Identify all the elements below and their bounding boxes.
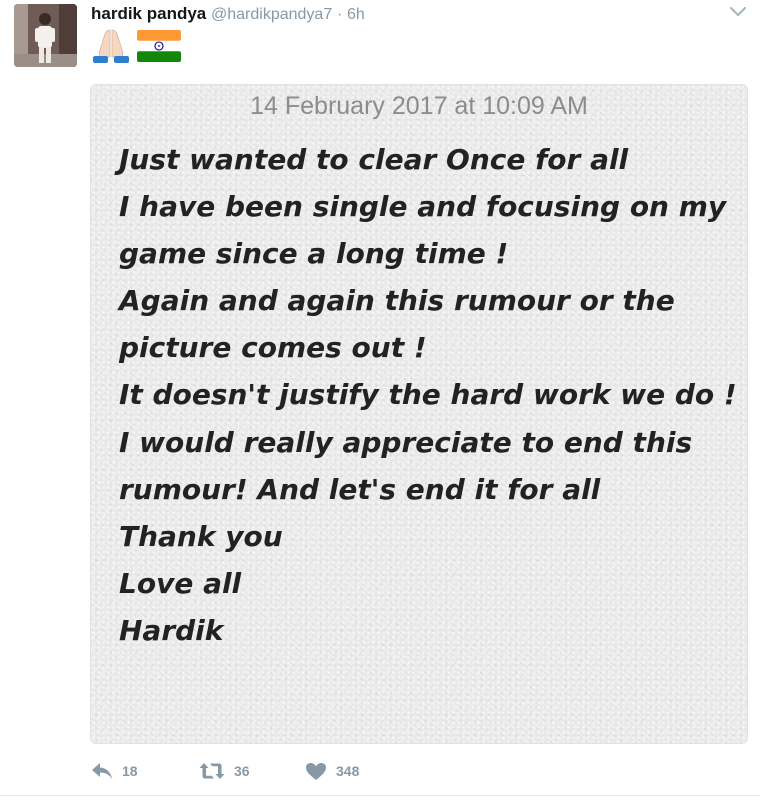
note-line: rumour! And let's end it for all bbox=[119, 472, 601, 506]
reply-icon bbox=[92, 763, 112, 779]
chevron-down-icon[interactable] bbox=[728, 4, 748, 20]
tweet-text bbox=[91, 26, 181, 66]
note-line: game since a long time ! bbox=[119, 237, 509, 271]
avatar[interactable] bbox=[14, 4, 77, 67]
tweet: hardik pandya @hardikpandya7 · 6h 14 Feb… bbox=[0, 0, 760, 800]
retweet-count: 36 bbox=[234, 763, 250, 779]
tweet-header: hardik pandya @hardikpandya7 · 6h bbox=[91, 3, 365, 26]
reply-count: 18 bbox=[122, 763, 138, 779]
retweet-icon bbox=[199, 763, 225, 779]
divider bbox=[0, 795, 760, 796]
tweet-media-image[interactable]: 14 February 2017 at 10:09 AM Just wanted… bbox=[90, 84, 748, 744]
author-name[interactable]: hardik pandya bbox=[91, 4, 206, 23]
note-line: Hardik bbox=[119, 613, 224, 647]
header-separator: · bbox=[336, 6, 343, 23]
note-line: I would really appreciate to end this bbox=[119, 425, 693, 459]
like-count: 348 bbox=[336, 763, 360, 779]
note-line: picture comes out ! bbox=[119, 331, 427, 365]
like-button[interactable]: 348 bbox=[305, 762, 359, 781]
india-flag-icon bbox=[137, 30, 181, 62]
note-line: Again and again this rumour or the bbox=[119, 284, 675, 318]
folded-hands-icon bbox=[93, 29, 129, 63]
note-line: It doesn't justify the hard work we do ! bbox=[119, 378, 737, 412]
note-line: I have been single and focusing on my bbox=[119, 190, 727, 224]
note-date: 14 February 2017 at 10:09 AM bbox=[250, 92, 588, 120]
note-body: Just wanted to clear Once for all I have… bbox=[119, 136, 744, 654]
retweet-button[interactable]: 36 bbox=[199, 762, 305, 780]
avatar-photo bbox=[14, 4, 77, 67]
reply-button[interactable]: 18 bbox=[91, 762, 199, 780]
note-line: Just wanted to clear Once for all bbox=[119, 143, 629, 176]
note-line: Love all bbox=[119, 566, 242, 600]
tweet-actions: 18 36 348 bbox=[91, 758, 359, 784]
author-handle[interactable]: @hardikpandya7 bbox=[211, 6, 332, 23]
tweet-timestamp[interactable]: 6h bbox=[347, 6, 365, 23]
heart-icon bbox=[306, 762, 326, 780]
note-line: Thank you bbox=[119, 519, 283, 553]
